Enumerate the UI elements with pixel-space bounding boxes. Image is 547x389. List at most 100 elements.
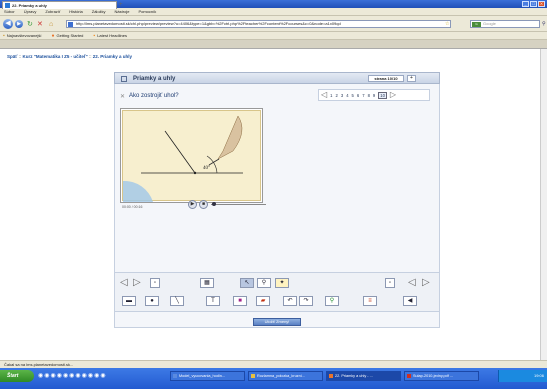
bookmark-folder-icon: ▪ (3, 32, 5, 39)
breadcrumb-separator: :: (18, 54, 22, 59)
page-link-10[interactable]: 10 (378, 91, 387, 99)
save-changes-button[interactable]: Uložiť Zmeny! (253, 318, 301, 326)
page-link-2[interactable]: 2 (336, 93, 338, 98)
new-tab-button[interactable]: + (119, 2, 123, 8)
tab-bar (0, 40, 547, 49)
bookmark-getting-started[interactable]: ● Getting Started (51, 32, 83, 39)
toolbar-right-left-arrow-icon[interactable]: ◁ (408, 278, 416, 288)
rss-icon: ▪ (93, 32, 96, 39)
search-box[interactable]: G Google (470, 20, 540, 28)
menu-bar: Súbor Úpravy Zobraziť História Záložky N… (0, 8, 547, 16)
page-link-4[interactable]: 4 (346, 93, 348, 98)
zoom-in-icon[interactable]: ⚲ (325, 296, 339, 306)
image-tool-icon[interactable]: ■ (233, 296, 247, 306)
search-engine-icon[interactable]: G (472, 22, 481, 27)
menu-file[interactable]: Súbor (4, 8, 15, 15)
collapse-icon[interactable] (121, 76, 127, 82)
line-tool-icon[interactable]: ╲ (170, 296, 184, 306)
reload-icon[interactable]: ↻ (27, 21, 33, 28)
page-navigator: ◁ 1 2 3 4 5 6 7 8 9 10 ▷ (318, 89, 430, 101)
menu-bookmarks[interactable]: Záložky (92, 8, 106, 15)
lesson-title: Priamky a uhly (133, 76, 176, 82)
toolbar-right-right-arrow-icon[interactable]: ▷ (422, 278, 430, 288)
bookmark-most-visited[interactable]: ▪ Najnavštevovanejší (3, 32, 41, 39)
remove-question-icon[interactable]: ✕ (120, 93, 125, 101)
pdf-icon (407, 374, 411, 378)
quick-launch-icons[interactable]: ◉◉◉◉◉◉◉◉◉◉◉ (38, 372, 107, 379)
sound-icon[interactable]: ◀ (403, 296, 417, 306)
forward-arrow-icon[interactable]: ▶ (15, 20, 23, 28)
menu-history[interactable]: História (69, 8, 83, 15)
close-button[interactable]: X (538, 1, 545, 7)
back-arrow-icon[interactable]: ◀ (3, 19, 13, 29)
maximize-button[interactable]: □ (530, 1, 537, 7)
firefox-bookmark-icon: ● (51, 32, 55, 39)
address-bar[interactable]: http://lms.planetavedomosti.sk/chl.php/p… (66, 20, 451, 28)
minimize-button[interactable]: _ (522, 1, 529, 7)
menu-edit[interactable]: Úpravy (24, 8, 37, 15)
list-tool-icon[interactable]: ≡ (363, 296, 377, 306)
page-link-1[interactable]: 1 (330, 93, 332, 98)
home-icon[interactable]: ⌂ (49, 21, 53, 28)
play-icon[interactable]: ▶ (188, 200, 197, 209)
word-doc-icon (173, 374, 177, 378)
status-bar: Čakal sa na lms.planetavedomosti.sk... (0, 360, 547, 368)
menu-tools[interactable]: Nástroje (115, 8, 130, 15)
breadcrumb-current-page: 22. Priamky a uhly (92, 54, 133, 59)
search-icon[interactable]: ⚲ (542, 21, 546, 28)
menu-help[interactable]: Pomocník (138, 8, 156, 15)
redo-icon[interactable]: ↷ (299, 296, 313, 306)
bookmark-star-icon[interactable]: ☆ (445, 21, 449, 28)
taskbar-item-sulap[interactable]: Sulap-2010-jedny.pdf ... (404, 371, 479, 381)
page-link-9[interactable]: 9 (373, 93, 375, 98)
taskbar-item-priamky[interactable]: 22. Priamky a uhly - ... (326, 371, 401, 381)
taskbar-item-model[interactable]: Model_vyucovania_hodin... (170, 371, 245, 381)
taskbar-item-rozlamna[interactable]: Rozlamna_polozka_kruzni... (248, 371, 323, 381)
vertical-scrollbar[interactable] (540, 49, 547, 360)
page-link-3[interactable]: 3 (341, 93, 343, 98)
highlight-tool-icon[interactable]: ✦ (275, 278, 289, 288)
undo-icon[interactable]: ↶ (283, 296, 297, 306)
calculator-icon[interactable]: ▦ (200, 278, 214, 288)
next-page-icon[interactable]: ▷ (390, 91, 396, 99)
firefox-task-icon (329, 374, 333, 378)
toolbar-right-arrow-icon[interactable]: ▷ (133, 278, 141, 288)
pointer-tool-icon[interactable]: ↖ (240, 278, 254, 288)
breadcrumb-separator-2: :: (89, 54, 92, 59)
toolbar-left-arrow-icon[interactable]: ◁ (120, 278, 128, 288)
page-link-6[interactable]: 6 (357, 93, 359, 98)
video-progress-track[interactable] (211, 204, 266, 205)
previous-page-icon[interactable]: ◁ (321, 91, 327, 99)
angle-illustration: 40° (123, 115, 243, 202)
breadcrumb-course-link[interactable]: Kurz "Matematika I Z5 - učiteľ" (22, 54, 87, 59)
page-indicator: strana 10/10 (368, 75, 404, 82)
page-link-7[interactable]: 7 (362, 93, 364, 98)
fill-tool-icon[interactable]: ● (145, 296, 159, 306)
page-link-8[interactable]: 8 (368, 93, 370, 98)
marker-tool-icon[interactable]: ▬ (122, 296, 136, 306)
tab-favicon (5, 3, 10, 8)
stop-video-icon[interactable]: ■ (199, 200, 208, 209)
tab-priamky-a-uhly[interactable]: 22. Priamky a uhly (2, 1, 117, 9)
stop-icon[interactable]: ✕ (37, 21, 43, 28)
frame-tool-icon[interactable]: ▫ (150, 278, 160, 288)
angle-construction-drawing: 40° (122, 110, 261, 202)
eraser-tool-icon[interactable]: ▰ (256, 296, 270, 306)
start-button[interactable]: Štart (0, 370, 34, 382)
angle-value-label: 40° (203, 166, 210, 171)
add-page-button[interactable]: + (407, 75, 416, 82)
menu-view[interactable]: Zobraziť (45, 8, 60, 15)
system-tray: 19:06 (498, 370, 547, 382)
frame-tool-right-icon[interactable]: ▫ (385, 278, 395, 288)
breadcrumb-back-link[interactable]: Späť (7, 54, 17, 59)
video-progress-knob[interactable] (212, 202, 216, 206)
doc-icon (251, 374, 255, 378)
zoom-tool-icon[interactable]: ⚲ (257, 278, 271, 288)
search-placeholder: Google (483, 21, 496, 26)
tab-label: 22. Priamky a uhly (12, 3, 47, 8)
bookmark-latest-headlines[interactable]: ▪ Latest Headlines (93, 32, 127, 39)
window-controls: _ □ X (522, 1, 545, 7)
page-link-5[interactable]: 5 (352, 93, 354, 98)
breadcrumb: Späť :: Kurz "Matematika I Z5 - učiteľ" … (7, 54, 132, 59)
text-tool-icon[interactable]: T (206, 296, 220, 306)
